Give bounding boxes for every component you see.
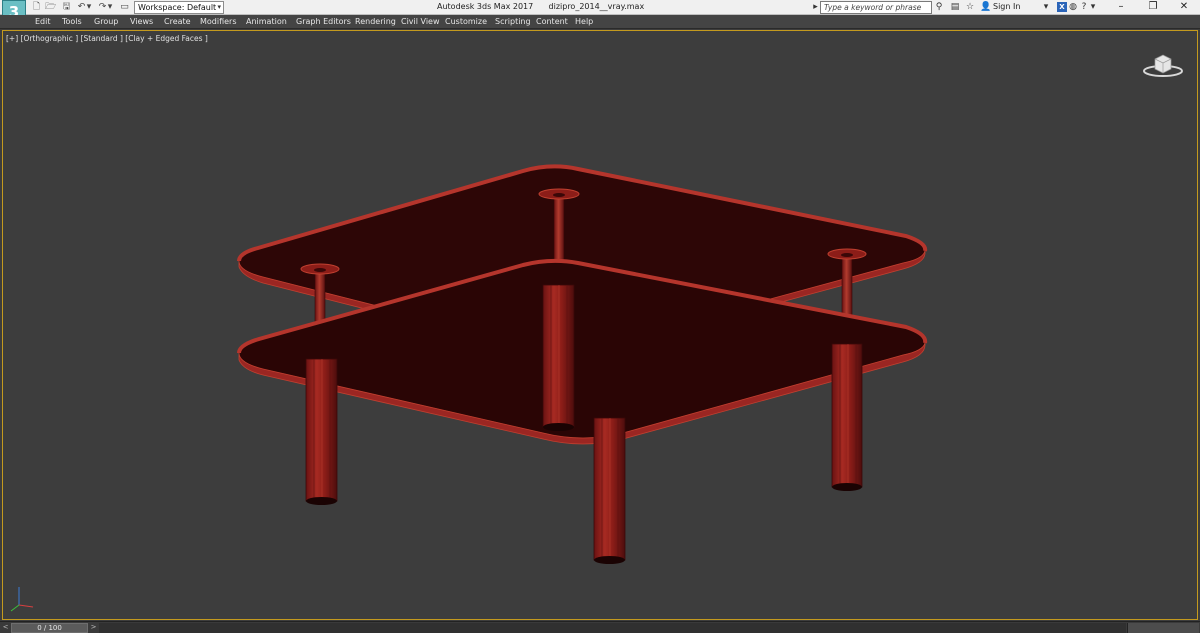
minimize-button[interactable]: –: [1105, 0, 1137, 14]
search-dropdown-icon[interactable]: ▸: [811, 1, 820, 13]
previous-frame-button[interactable]: <: [1, 623, 10, 632]
file-name: dizipro_2014__vray.max: [548, 2, 645, 11]
menu-tools[interactable]: Tools: [62, 17, 82, 26]
binoculars-icon[interactable]: ⚲: [933, 1, 945, 13]
chevron-down-icon: ▾: [217, 3, 221, 11]
maximize-button[interactable]: ❐: [1137, 0, 1169, 14]
communication-center-icon[interactable]: ▤: [949, 1, 961, 13]
time-slider-track[interactable]: [99, 623, 1126, 633]
menu-scripting[interactable]: Scripting: [495, 17, 531, 26]
signin-dropdown-icon[interactable]: ▾: [1042, 1, 1050, 13]
title-bar: 3 🗋 🗁 🖫 ↶ ▾ ↷ ▾ ▭ Workspace: Default ▾ A…: [0, 0, 1200, 24]
menu-modifiers[interactable]: Modifiers: [200, 17, 237, 26]
menu-graph-editors[interactable]: Graph Editors: [296, 17, 351, 26]
viewcube-icon[interactable]: [1143, 49, 1183, 79]
menu-civil-view[interactable]: Civil View: [401, 17, 440, 26]
next-frame-button[interactable]: >: [89, 623, 98, 632]
menu-create[interactable]: Create: [164, 17, 191, 26]
menu-edit[interactable]: Edit: [35, 17, 51, 26]
new-file-icon[interactable]: 🗋: [31, 2, 42, 13]
menu-customize[interactable]: Customize: [445, 17, 487, 26]
workspace-dropdown[interactable]: Workspace: Default ▾: [134, 1, 224, 14]
coffee-table-model[interactable]: [3, 31, 1197, 619]
undo-dropdown-icon[interactable]: ▾: [86, 2, 92, 13]
menu-rendering[interactable]: Rendering: [355, 17, 396, 26]
user-icon[interactable]: 👤: [980, 1, 992, 13]
menu-views[interactable]: Views: [130, 17, 153, 26]
search-input[interactable]: Type a keyword or phrase: [820, 1, 932, 14]
menu-help[interactable]: Help: [575, 17, 593, 26]
save-icon[interactable]: 🖫: [61, 2, 72, 13]
autodesk-exchange-icon[interactable]: X: [1057, 2, 1067, 12]
redo-dropdown-icon[interactable]: ▾: [107, 2, 113, 13]
axis-tripod-icon: [10, 587, 34, 612]
sign-in-button[interactable]: Sign In: [993, 2, 1020, 11]
open-folder-icon[interactable]: 🗁: [45, 2, 56, 13]
menu-group[interactable]: Group: [94, 17, 118, 26]
time-slider: < 0 / 100 >: [0, 621, 1200, 633]
project-folder-icon[interactable]: ▭: [119, 2, 130, 13]
help-dropdown-icon[interactable]: ▾: [1089, 1, 1097, 13]
orthographic-viewport[interactable]: [+] [Orthographic ] [Standard ] [Clay + …: [2, 30, 1198, 620]
menu-bar: Edit Tools Group Views Create Modifiers …: [0, 15, 1200, 29]
star-icon[interactable]: ☆: [964, 1, 976, 13]
window-title: Autodesk 3ds Max 2017 dizipro_2014__vray…: [437, 2, 644, 11]
frame-readout[interactable]: 0 / 100: [11, 623, 88, 633]
close-button[interactable]: ✕: [1168, 0, 1200, 14]
time-slider-end-panel: [1127, 623, 1199, 633]
menu-animation[interactable]: Animation: [246, 17, 287, 26]
workspace-label: Workspace: Default: [138, 3, 217, 12]
app-title: Autodesk 3ds Max 2017: [437, 2, 534, 11]
menu-content[interactable]: Content: [536, 17, 568, 26]
